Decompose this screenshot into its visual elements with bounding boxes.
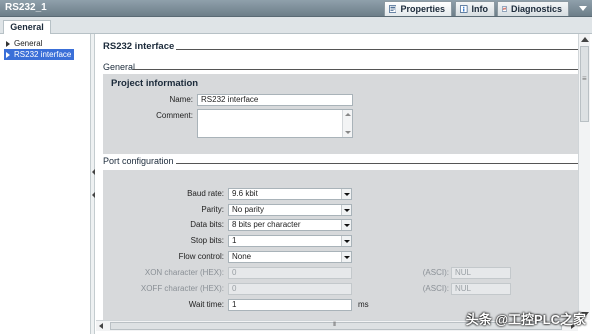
parity-select[interactable]: No parity	[228, 204, 352, 216]
xoff-character-field: 0	[228, 283, 352, 295]
baud-rate-value: 9.6 kbit	[232, 189, 258, 198]
watermark: 头条 @工控PLC之家	[465, 312, 586, 327]
wait-time-label: Wait time:	[188, 300, 224, 309]
name-field[interactable]: RS232 interface	[197, 94, 353, 106]
xon-character-label: XON character (HEX):	[144, 268, 224, 277]
chevron-down-icon[interactable]	[341, 236, 351, 246]
wait-time-field[interactable]: 1	[228, 299, 352, 311]
collapse-left-icon[interactable]	[92, 169, 95, 175]
tab-info[interactable]: Info	[455, 1, 495, 16]
stop-bits-label: Stop bits:	[190, 236, 224, 245]
page-title: RS232 interface	[103, 41, 175, 52]
tab-diagnostics[interactable]: Diagnostics	[497, 1, 569, 16]
section-navigation: General RS232 interface	[0, 34, 91, 334]
xoff-asci-field: NUL	[451, 283, 511, 295]
nav-item-general[interactable]: General	[4, 38, 45, 49]
tab-diagnostics-label: Diagnostics	[510, 4, 562, 14]
port-configuration-heading: Port configuration	[103, 156, 174, 166]
chevron-down-icon[interactable]	[341, 205, 351, 215]
nav-item-rs232-interface[interactable]: RS232 interface	[4, 49, 75, 60]
wait-time-unit: ms	[358, 300, 369, 309]
scroll-thumb[interactable]	[580, 46, 589, 122]
vertical-scrollbar[interactable]	[578, 34, 590, 320]
panel-menu-chevron-icon[interactable]	[577, 2, 589, 14]
divider	[176, 49, 578, 50]
flow-control-label: Flow control:	[178, 252, 224, 261]
tab-properties[interactable]: Properties	[384, 1, 452, 16]
info-icon	[460, 5, 468, 13]
parity-label: Parity:	[201, 205, 224, 214]
diagnostics-icon	[502, 6, 507, 12]
xon-asci-label: (ASCI):	[422, 268, 449, 277]
name-label: Name:	[169, 95, 193, 104]
project-information-heading: Project information	[111, 78, 199, 89]
flow-control-select[interactable]: None	[228, 251, 352, 263]
xoff-character-label: XOFF character (HEX):	[140, 284, 224, 293]
xon-asci-field: NUL	[451, 267, 511, 279]
general-heading: General	[103, 62, 136, 72]
expand-arrow-icon	[6, 51, 10, 58]
project-information-panel: Project information Name: RS232 interfac…	[103, 74, 578, 154]
scroll-left-icon[interactable]	[99, 323, 103, 329]
title-bar: RS232_1 Properties Info Diagnostics	[0, 0, 592, 17]
comment-scrollbar[interactable]	[342, 110, 352, 137]
comment-field[interactable]	[197, 109, 353, 138]
chevron-down-icon[interactable]	[341, 220, 351, 230]
comment-label: Comment:	[156, 111, 193, 120]
window-title: RS232_1	[5, 2, 47, 13]
port-configuration-panel: Baud rate: 9.6 kbit Parity: No parity Da…	[103, 170, 578, 320]
scroll-up-icon[interactable]	[345, 113, 351, 116]
baud-rate-label: Baud rate:	[187, 189, 224, 198]
data-bits-label: Data bits:	[190, 220, 224, 229]
scroll-down-icon[interactable]	[345, 131, 351, 134]
panel-splitter[interactable]	[91, 34, 95, 334]
properties-content: RS232 interface General Project informat…	[96, 34, 578, 320]
data-bits-value: 8 bits per character	[232, 220, 301, 229]
baud-rate-select[interactable]: 9.6 kbit	[228, 188, 352, 200]
scroll-up-icon[interactable]	[581, 37, 589, 42]
xoff-asci-label: (ASCI):	[422, 284, 449, 293]
stop-bits-value: 1	[232, 236, 237, 245]
parity-value: No parity	[232, 205, 265, 214]
divider	[176, 163, 578, 164]
chevron-down-icon[interactable]	[341, 189, 351, 199]
flow-control-value: None	[232, 252, 252, 261]
tab-info-label: Info	[471, 4, 489, 14]
tab-general[interactable]: General	[3, 20, 51, 35]
nav-item-label: General	[14, 39, 43, 48]
tab-properties-label: Properties	[400, 4, 445, 14]
xon-character-field: 0	[228, 267, 352, 279]
tab-strip: General	[0, 17, 592, 35]
stop-bits-select[interactable]: 1	[228, 235, 352, 247]
data-bits-select[interactable]: 8 bits per character	[228, 219, 352, 231]
nav-item-label: RS232 interface	[14, 50, 72, 59]
collapse-left-icon[interactable]	[92, 192, 95, 198]
expand-arrow-icon	[6, 40, 10, 47]
chevron-down-icon[interactable]	[341, 252, 351, 262]
properties-icon	[389, 5, 397, 13]
divider	[133, 69, 578, 70]
